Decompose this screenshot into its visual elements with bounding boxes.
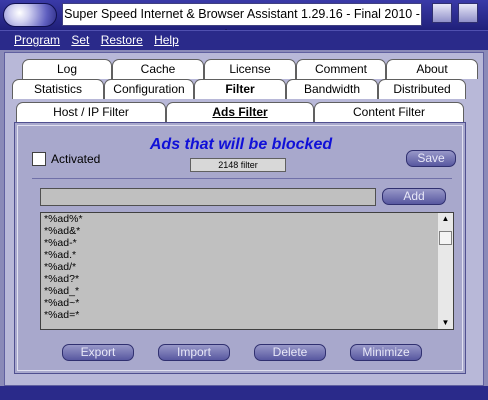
menu-bar: Program Set Restore Help [0, 30, 488, 50]
scroll-thumb[interactable] [439, 231, 452, 245]
list-item[interactable]: *%ad_* [43, 285, 431, 297]
tab-about[interactable]: About [386, 59, 478, 79]
list-item[interactable]: *%ad-* [43, 237, 431, 249]
list-item[interactable]: *%ad?* [43, 273, 431, 285]
list-item[interactable]: *%ad/* [43, 261, 431, 273]
list-item[interactable]: *%ad&* [43, 225, 431, 237]
subtab-ads-filter[interactable]: Ads Filter [166, 102, 314, 122]
filter-count: 2148 filter [190, 158, 286, 172]
activated-checkbox[interactable] [32, 152, 46, 166]
tab-filter[interactable]: Filter [194, 79, 286, 99]
save-button[interactable]: Save [406, 150, 456, 167]
window-title: Super Speed Internet & Browser Assistant… [62, 3, 422, 42]
close-window-button[interactable] [458, 3, 478, 23]
list-scrollbar[interactable]: ▲ ▼ [437, 213, 453, 329]
tab-statistics[interactable]: Statistics [12, 79, 104, 99]
inner-frame: Ads that will be blocked 2148 filter Act… [17, 125, 463, 371]
ads-filter-list[interactable]: *%ad%* *%ad&* *%ad-* *%ad.* *%ad/* *%ad?… [40, 212, 454, 330]
tab-distributed-proxy[interactable]: Distributed Proxy [378, 79, 466, 115]
new-filter-input[interactable] [40, 188, 376, 206]
delete-button[interactable]: Delete [254, 344, 326, 361]
import-button[interactable]: Import [158, 344, 230, 361]
tab-license[interactable]: License [204, 59, 296, 79]
scroll-up-icon[interactable]: ▲ [438, 213, 453, 225]
tab-comment[interactable]: Comment [296, 59, 386, 79]
add-button[interactable]: Add [382, 188, 446, 205]
menu-set[interactable]: Set [71, 31, 89, 49]
ads-filter-panel: Ads that will be blocked 2148 filter Act… [14, 122, 466, 374]
divider [32, 178, 452, 179]
title-bar: Super Speed Internet & Browser Assistant… [0, 0, 488, 42]
scroll-down-icon[interactable]: ▼ [438, 317, 453, 329]
tab-cache[interactable]: Cache [112, 59, 204, 79]
subtab-content-filter[interactable]: Content Filter [314, 102, 464, 122]
minimize-window-button[interactable] [432, 3, 452, 23]
list-item[interactable]: *%ad=* [43, 309, 431, 321]
list-item[interactable]: *%ad.* [43, 249, 431, 261]
menu-program[interactable]: Program [14, 31, 60, 49]
status-bar [0, 386, 488, 400]
list-items: *%ad%* *%ad&* *%ad-* *%ad.* *%ad/* *%ad?… [43, 213, 431, 321]
list-item[interactable]: *%ad~* [43, 297, 431, 309]
tab-configuration[interactable]: Configuration [104, 79, 194, 99]
tab-log[interactable]: Log [22, 59, 112, 79]
menu-restore[interactable]: Restore [101, 31, 143, 49]
subtab-host-ip-filter[interactable]: Host / IP Filter [16, 102, 166, 122]
tab-bandwidth[interactable]: Bandwidth [286, 79, 378, 99]
app-logo-icon [3, 3, 57, 27]
export-button[interactable]: Export [62, 344, 134, 361]
activated-label: Activated [51, 152, 101, 166]
minimize-button[interactable]: Minimize [350, 344, 422, 361]
menu-help[interactable]: Help [154, 31, 179, 49]
list-item[interactable]: *%ad%* [43, 213, 431, 225]
